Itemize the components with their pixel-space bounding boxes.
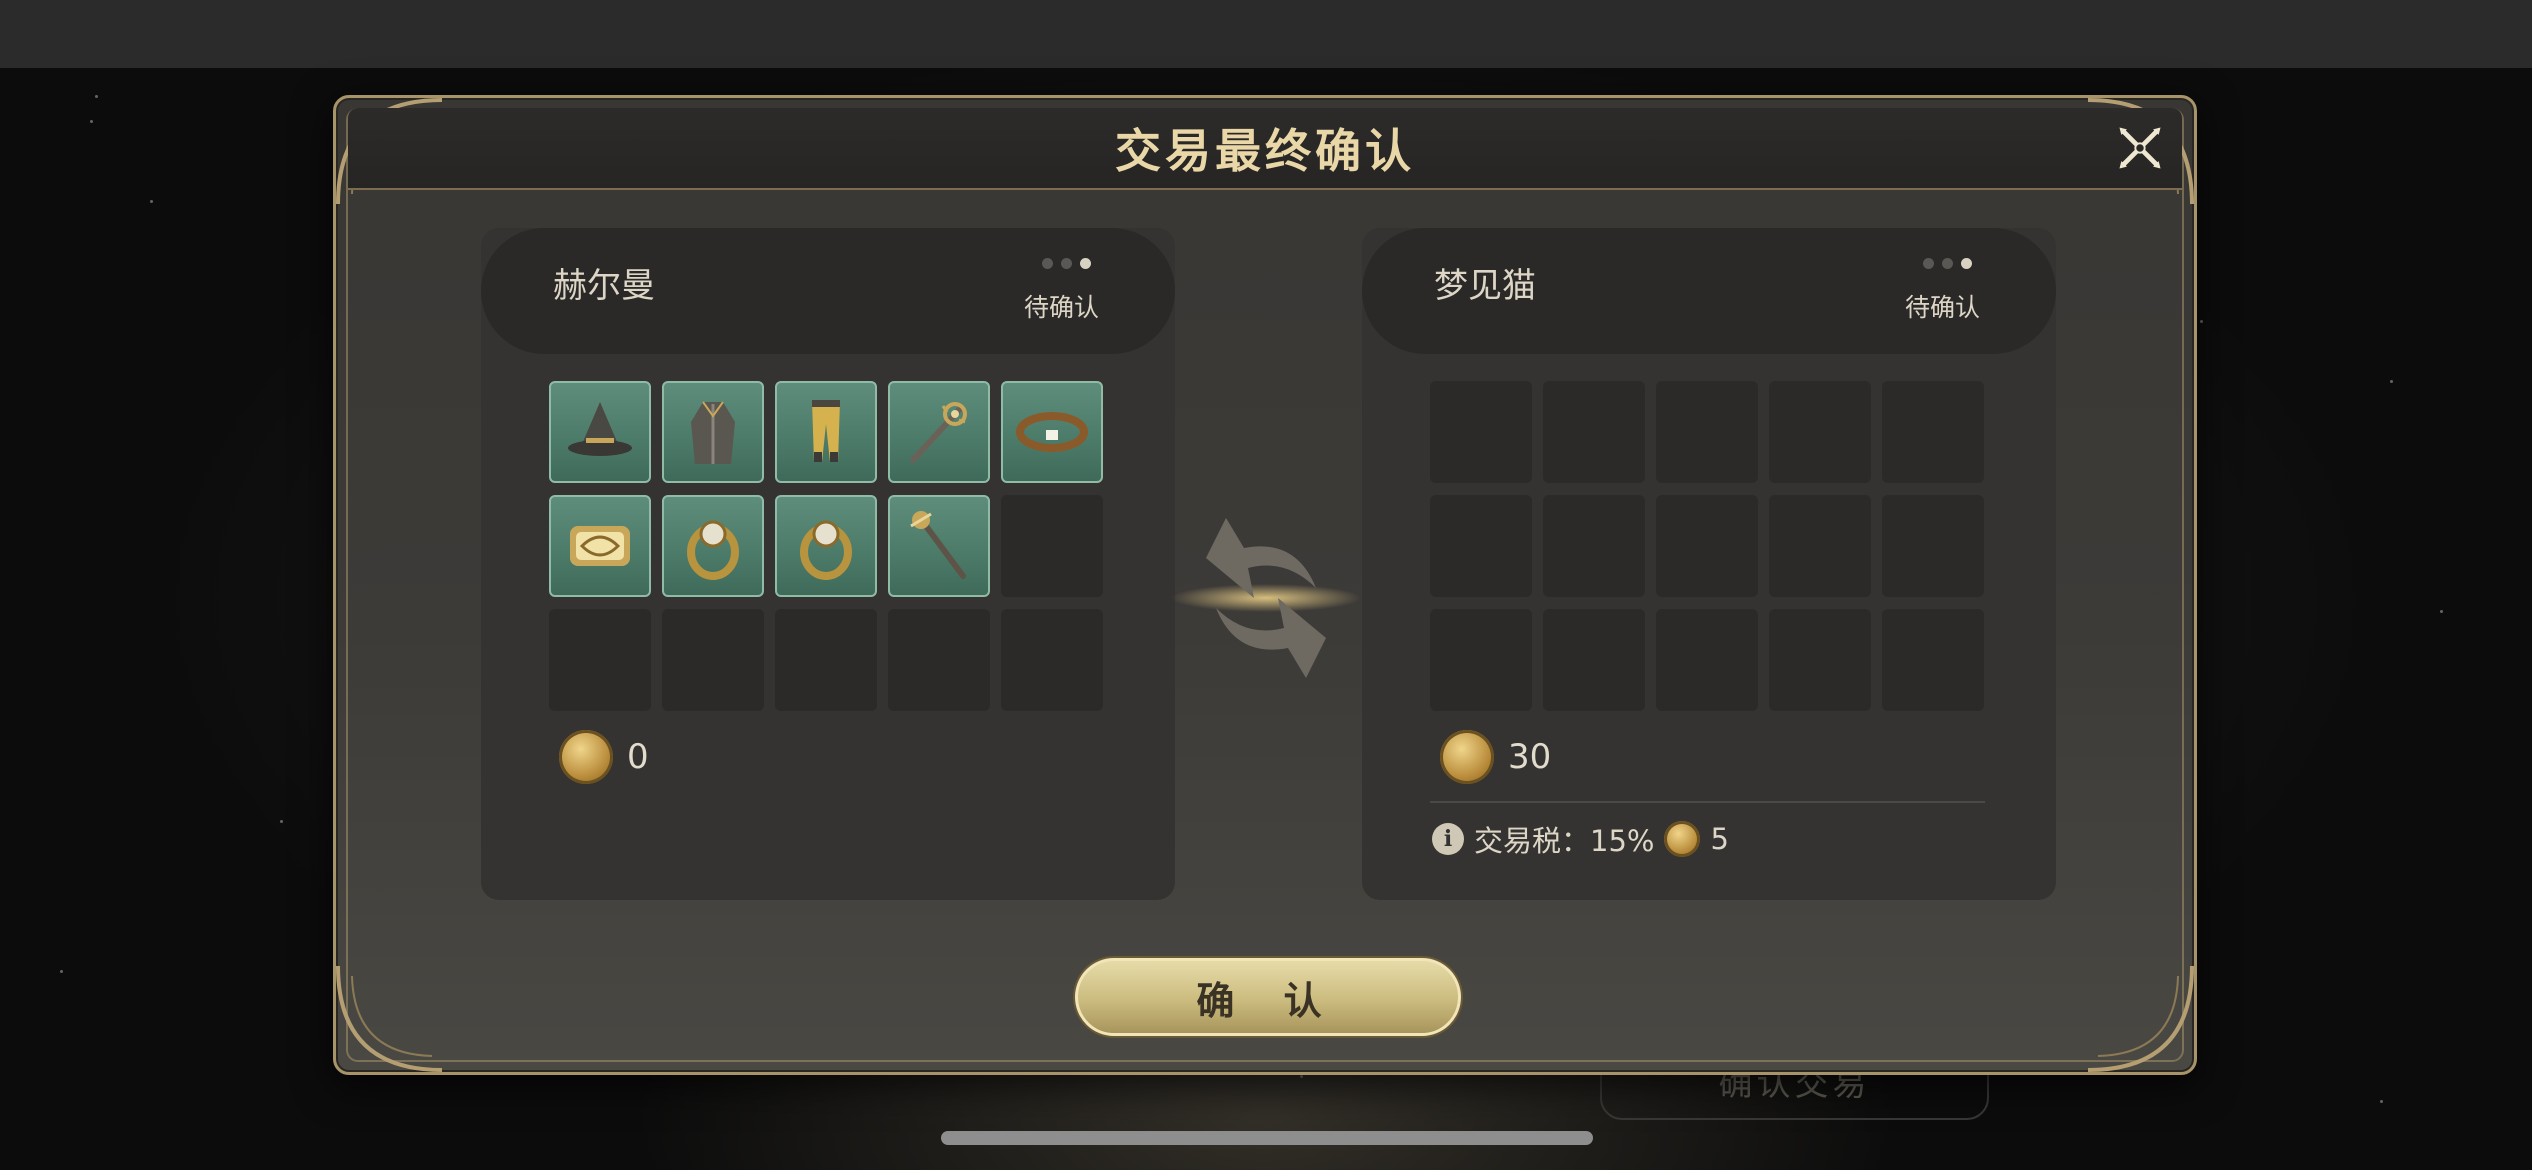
empty-item-slot [1769, 609, 1871, 711]
empty-item-slot [1543, 381, 1645, 483]
empty-item-slot [1656, 609, 1758, 711]
info-icon[interactable]: i [1432, 823, 1464, 855]
swap-arrows-icon [1171, 518, 1361, 678]
empty-item-slot [1543, 609, 1645, 711]
empty-item-slot [1656, 495, 1758, 597]
status-dot [1942, 258, 1953, 269]
empty-item-slot [662, 609, 764, 711]
empty-item-slot [1882, 495, 1984, 597]
ring-icon [800, 520, 852, 580]
left-item-grid [549, 381, 1103, 711]
empty-item-slot [1882, 609, 1984, 711]
item-slot[interactable] [775, 495, 877, 597]
left-player-header: 赫尔曼 待确认 [481, 228, 1175, 354]
right-trade-panel: 梦见猫 待确认 30 i 交易税：15% 5 [1362, 228, 2056, 900]
item-slot[interactable] [888, 495, 990, 597]
bracelet-icon [1016, 412, 1088, 452]
empty-item-slot [1769, 381, 1871, 483]
top-status-bar [0, 0, 2532, 68]
robe-icon [691, 401, 735, 464]
gold-coin-icon [559, 730, 613, 784]
left-player-name: 赫尔曼 [553, 266, 655, 306]
close-button[interactable] [2110, 118, 2170, 178]
dialog-title: 交易最终确认 [1115, 124, 1415, 178]
corner-ornament-icon [2078, 956, 2198, 1076]
trade-tax-row: i 交易税：15% 5 [1432, 818, 1729, 860]
left-trade-panel: 赫尔曼 待确认 0 [481, 228, 1175, 900]
item-slot[interactable] [662, 381, 764, 483]
ring-icon [687, 520, 739, 580]
background-star [1300, 1075, 1303, 1078]
right-item-grid [1430, 381, 1984, 711]
item-slot[interactable] [888, 381, 990, 483]
item-slot[interactable] [549, 381, 651, 483]
item-slot[interactable] [1001, 381, 1103, 483]
background-star [90, 120, 93, 123]
background-star [60, 970, 63, 973]
empty-item-slot [1769, 495, 1871, 597]
item-slot[interactable] [549, 495, 651, 597]
status-dot [1042, 258, 1053, 269]
background-star [2200, 320, 2203, 323]
trade-confirm-dialog: 交易最终确认 赫尔曼 待确认 0 梦见猫 待确认 30 i 交易税：15% 5 … [333, 95, 2197, 1075]
background-star [2380, 1100, 2383, 1103]
status-dot [1080, 258, 1091, 269]
empty-item-slot [1430, 495, 1532, 597]
empty-item-slot [1430, 609, 1532, 711]
right-status-text: 待确认 [1904, 293, 1980, 322]
right-status-dots [1923, 258, 1972, 269]
right-player-header: 梦见猫 待确认 [1362, 228, 2056, 354]
empty-item-slot [1001, 495, 1103, 597]
bracer-icon [570, 526, 630, 566]
background-star [95, 95, 98, 98]
corner-ornament-icon [332, 956, 452, 1076]
left-gold-row: 0 [559, 730, 649, 784]
dialog-header: 交易最终确认 [348, 108, 2182, 190]
status-dot [1923, 258, 1934, 269]
empty-item-slot [549, 609, 651, 711]
empty-item-slot [1543, 495, 1645, 597]
background-star [2390, 380, 2393, 383]
right-player-name: 梦见猫 [1434, 266, 1536, 306]
trade-tax-amount: 5 [1710, 822, 1729, 856]
right-gold-row: 30 [1440, 730, 1551, 784]
close-icon [2119, 127, 2161, 169]
item-slot[interactable] [775, 381, 877, 483]
leggings-icon [812, 400, 840, 462]
gold-coin-icon [1440, 730, 1494, 784]
empty-item-slot [775, 609, 877, 711]
empty-item-slot [1656, 381, 1758, 483]
empty-item-slot [888, 609, 990, 711]
left-status-dots [1042, 258, 1091, 269]
status-dot [1061, 258, 1072, 269]
empty-item-slot [1430, 381, 1532, 483]
background-star [280, 820, 283, 823]
background-star [2440, 610, 2443, 613]
empty-item-slot [1882, 381, 1984, 483]
ornate-wand-icon [910, 402, 967, 463]
trade-tax-label: 交易税：15% [1474, 824, 1655, 858]
confirm-button[interactable]: 确 认 [1075, 958, 1461, 1036]
staff-icon [910, 511, 966, 579]
witch-hat-icon [568, 402, 632, 456]
home-indicator[interactable] [941, 1131, 1593, 1145]
item-slot[interactable] [662, 495, 764, 597]
empty-item-slot [1001, 609, 1103, 711]
left-status-text: 待确认 [1023, 293, 1099, 322]
divider [1430, 801, 1985, 803]
status-dot [1961, 258, 1972, 269]
left-gold-value: 0 [627, 737, 649, 777]
right-gold-value: 30 [1508, 737, 1552, 777]
background-star [150, 200, 153, 203]
gold-coin-icon [1664, 821, 1701, 857]
